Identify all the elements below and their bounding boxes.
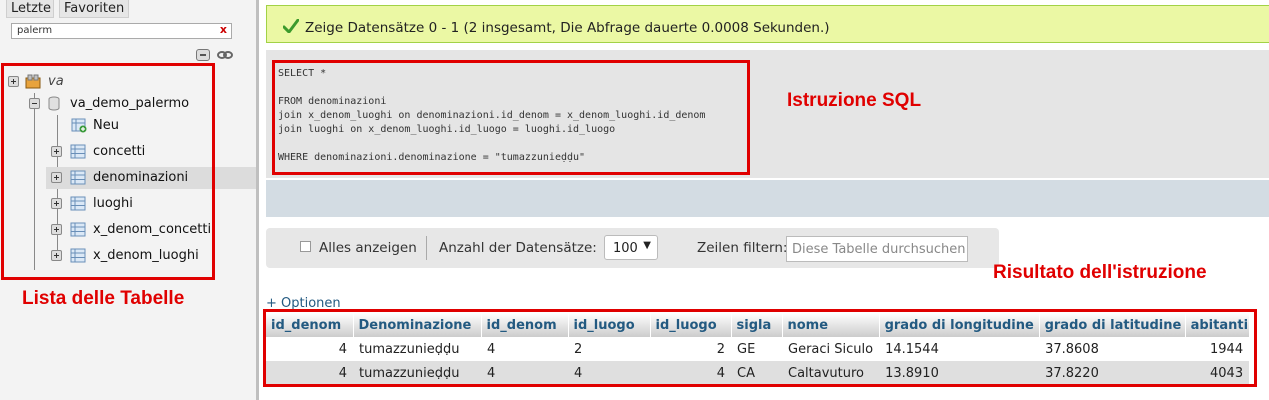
annotation-box-result xyxy=(263,309,1257,387)
link-icon[interactable] xyxy=(217,50,233,60)
row-count-select[interactable]: 100 ▼ xyxy=(604,235,658,260)
checkmark-icon xyxy=(283,19,299,33)
sql-query-footer xyxy=(266,180,1269,217)
show-all-checkbox[interactable] xyxy=(300,241,311,252)
tab-favorites[interactable]: Favoriten xyxy=(59,0,129,18)
navigation-panel: Letzte Favoriten palerm x va va_demo_pal… xyxy=(0,0,259,400)
success-text: Zeige Datensätze 0 - 1 (2 insgesamt, Die… xyxy=(305,20,830,36)
annotation-statement-result: Risultato dell'istruzione xyxy=(993,262,1207,283)
filter-value: palerm xyxy=(17,25,53,36)
collapse-all-icon[interactable] xyxy=(196,49,210,61)
annotation-box-tables xyxy=(1,63,215,280)
show-all-label[interactable]: Alles anzeigen xyxy=(319,240,417,256)
success-message: Zeige Datensätze 0 - 1 (2 insgesamt, Die… xyxy=(266,5,1269,43)
tab-recent[interactable]: Letzte xyxy=(6,0,54,18)
filter-rows-placeholder: Diese Tabelle durchsuchen xyxy=(792,242,966,257)
clear-filter-icon[interactable]: x xyxy=(220,23,227,36)
toolbar-separator xyxy=(426,236,427,260)
annotation-sql-statement: Istruzione SQL xyxy=(787,90,922,111)
filter-rows-input[interactable]: Diese Tabelle durchsuchen xyxy=(786,236,968,262)
dropdown-arrow-icon: ▼ xyxy=(643,240,651,251)
annotation-box-sql xyxy=(272,60,750,175)
database-filter-input[interactable]: palerm x xyxy=(11,23,232,39)
row-count-value: 100 xyxy=(613,241,638,256)
row-count-label: Anzahl der Datensätze: xyxy=(439,240,597,256)
annotation-tables-list: Lista delle Tabelle xyxy=(22,288,185,309)
filter-rows-label: Zeilen filtern: xyxy=(697,240,788,256)
